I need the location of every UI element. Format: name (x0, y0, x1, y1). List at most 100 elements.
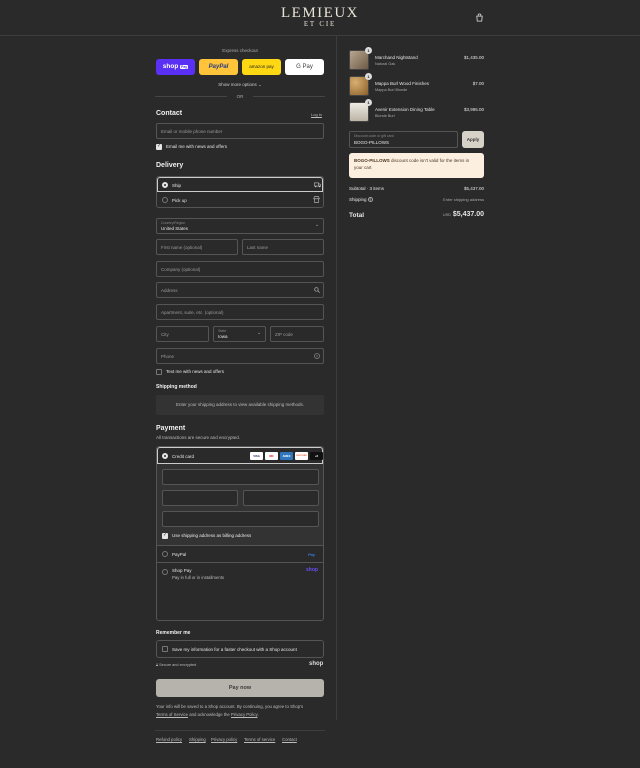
zip-field[interactable]: ZIP code (270, 326, 324, 342)
or-divider-right (253, 96, 325, 97)
shop-pay-option[interactable]: Shop Pay Pay in full or in installments … (157, 562, 323, 584)
card-expiry-field[interactable] (162, 490, 238, 506)
card-number-field[interactable] (162, 469, 319, 485)
paypal-radio[interactable] (162, 551, 168, 557)
mastercard-icon: MC (265, 452, 278, 460)
privacy-link[interactable]: Privacy Policy (231, 712, 257, 717)
svg-text:?: ? (316, 354, 318, 358)
save-info-checkbox[interactable] (162, 646, 168, 652)
paypal-option[interactable]: PayPal Pay (157, 545, 323, 562)
state-select[interactable]: State Iowa ⌄ (213, 326, 266, 342)
discount-field[interactable]: Discount code or gift card BOGO-PILLOWS (349, 131, 458, 148)
pickup-label[interactable]: Pick up (172, 198, 187, 203)
or-divider-left (155, 96, 227, 97)
item-name: Marchand Nightstand (375, 55, 418, 60)
amex-icon: AMEX (280, 452, 293, 460)
item-variant: Mappa Burl Blonde (375, 88, 408, 92)
line-item: 1 Marchand Nightstand Natural Oak $1,435… (349, 47, 484, 72)
credit-card-option[interactable]: Credit card VISA MC AMEX DISCOVER +6 (157, 447, 323, 464)
legal-text: Your info will be saved to a Shop accoun… (156, 704, 304, 717)
billing-same-label: Use shipping address as billing address (172, 533, 252, 538)
paypal-button[interactable]: PayPal (199, 59, 238, 75)
shipping-method-notice: Enter your shipping address to view avai… (156, 395, 324, 415)
or-separator: OR (236, 94, 244, 99)
card-cvv-field[interactable] (243, 490, 319, 506)
visa-icon: VISA (250, 452, 263, 460)
pay-now-button[interactable]: Pay now (156, 679, 324, 697)
email-field[interactable]: Email or mobile phone number (156, 123, 324, 139)
footer-link-contact[interactable]: Contact (282, 737, 297, 742)
currency-code: USD (442, 213, 451, 217)
footer-divider (155, 730, 325, 731)
item-variant: Blonde Burl (375, 114, 395, 118)
shipping-method-title: Shipping method (156, 384, 197, 390)
quantity-badge: 1 (365, 47, 372, 54)
more-cards-badge: +6 (310, 452, 323, 460)
footer-link-shipping[interactable]: Shipping (189, 737, 206, 742)
subtotal-label: Subtotal · 3 items (349, 186, 385, 191)
terms-link[interactable]: Terms of Service (156, 712, 188, 717)
pickup-radio[interactable] (162, 197, 168, 203)
total-value: USD $5,437.00 (442, 211, 484, 218)
footer-link-terms[interactable]: Terms of service (244, 737, 275, 742)
paypal-label: PayPal (172, 552, 187, 557)
delivery-method-group: Ship Pick up (156, 176, 324, 208)
total-label: Total (349, 212, 365, 219)
search-icon (314, 287, 320, 293)
apply-discount-button[interactable]: Apply (462, 131, 484, 148)
footer-link-privacy[interactable]: Privacy policy (211, 737, 237, 742)
shop-pay-radio[interactable] (162, 569, 168, 575)
item-price: $3,995.00 (463, 107, 484, 112)
newsletter-checkbox[interactable] (156, 143, 162, 150)
shop-pay-button[interactable]: shop Pay (156, 59, 195, 75)
subtotal-value: $5,437.00 (463, 186, 484, 191)
help-icon[interactable]: ? (314, 353, 320, 359)
card-form: Use shipping address as billing address (157, 464, 323, 545)
ship-radio[interactable] (162, 182, 168, 188)
line-item: 1 Avenir Extension Dining Table Blonde B… (349, 99, 484, 124)
country-select[interactable]: Country/Region United States ⌄ (156, 218, 324, 234)
discover-icon: DISCOVER (295, 452, 308, 460)
last-name-field[interactable]: Last name (242, 239, 324, 255)
sms-checkbox[interactable] (156, 369, 162, 375)
shop-pay-label: Shop Pay (172, 568, 192, 573)
amazon-pay-button[interactable]: amazon pay (242, 59, 281, 75)
google-pay-button[interactable]: G Pay (285, 59, 324, 75)
item-variant: Natural Oak (375, 62, 396, 66)
address-field[interactable]: Address (156, 282, 324, 298)
credit-card-radio[interactable] (162, 453, 168, 459)
save-info-label: Save my information for a faster checkou… (172, 647, 297, 652)
help-icon[interactable]: ? (367, 197, 373, 202)
country-label: Country/Region (161, 221, 186, 225)
phone-field[interactable]: Phone ? (156, 348, 324, 364)
line-item: 1 Mappa Burl Wood Finishes Mappa Burl Bl… (349, 73, 484, 98)
chevron-down-icon: ⌄ (258, 82, 262, 87)
quantity-badge: 1 (365, 99, 372, 106)
payment-methods: Credit card VISA MC AMEX DISCOVER +6 Use… (156, 446, 324, 621)
shopping-bag-icon[interactable] (475, 13, 484, 22)
footer-link-refund[interactable]: Refund policy (156, 737, 182, 742)
card-name-field[interactable] (162, 511, 319, 527)
checkout-form: Express checkout shop Pay PayPal amazon … (155, 36, 325, 768)
email-placeholder: Email or mobile phone number (161, 129, 223, 134)
first-name-field[interactable]: First name (optional) (156, 239, 238, 255)
show-more-options[interactable]: Show more options ⌄ (155, 82, 325, 88)
secure-note: 🔒︎ Secure and encrypted (156, 663, 197, 667)
billing-same-checkbox[interactable] (162, 532, 168, 539)
paypal-logo: Pay (308, 552, 316, 557)
ship-option[interactable]: Ship (157, 177, 323, 192)
newsletter-label: Email me with news and offers (166, 144, 227, 149)
item-price: $7.00 (472, 81, 484, 86)
brand-logo-sub: ET CIE (303, 20, 337, 28)
sms-label: Text me with news and offers (166, 369, 224, 374)
remember-title: Remember me (156, 630, 191, 636)
company-field[interactable]: Company (optional) (156, 261, 324, 277)
apartment-field[interactable]: Apartment, suite, etc. (optional) (156, 304, 324, 320)
city-field[interactable]: City (156, 326, 209, 342)
login-link[interactable]: Log in (311, 112, 322, 117)
country-value: United States (161, 226, 189, 231)
contact-title: Contact (156, 110, 183, 117)
store-icon (313, 196, 320, 203)
credit-card-label: Credit card (172, 454, 195, 459)
shipping-value: Enter shipping address (443, 197, 484, 202)
